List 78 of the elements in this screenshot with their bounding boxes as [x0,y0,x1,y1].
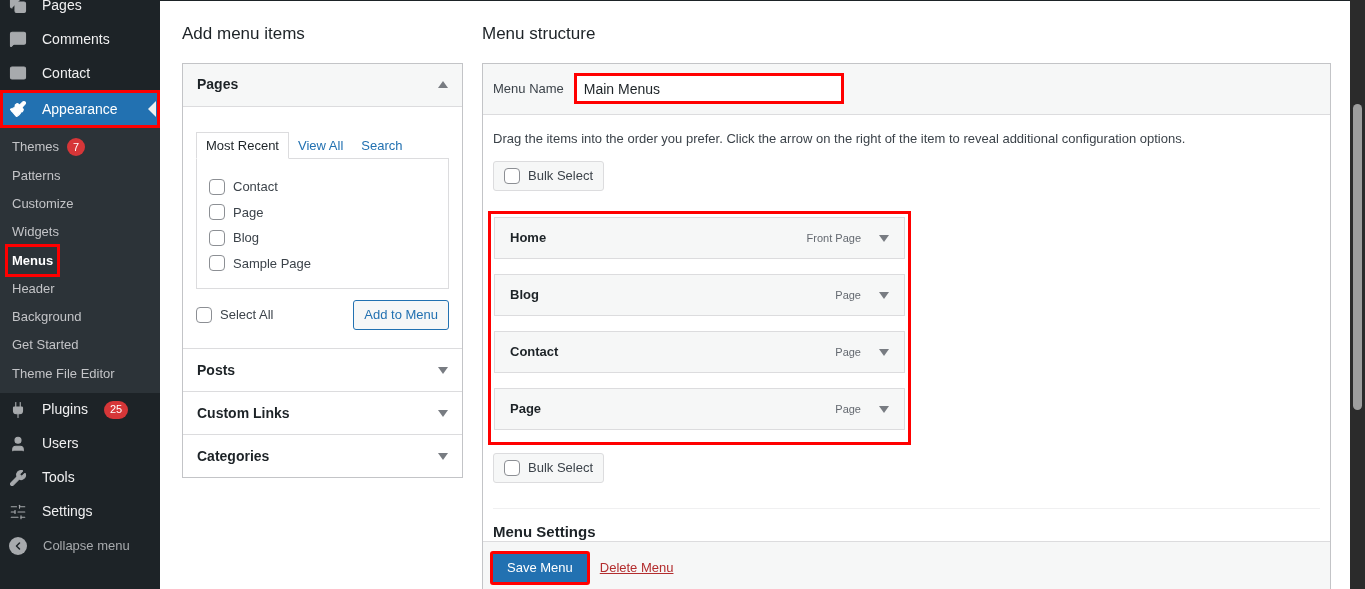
tab[interactable]: Most Recent [196,131,289,159]
section-heading: Add menu items [182,23,306,45]
sidebar-item[interactable]: Appearance [0,90,160,128]
menu-icon [9,434,27,453]
checkbox[interactable] [209,178,225,195]
add-to-menu-button[interactable]: Add to Menu [353,300,449,330]
expand-arrow-icon[interactable] [438,366,448,374]
submenu-item[interactable]: Widgets [5,218,66,246]
menu-name-field[interactable]: Main Menus [573,73,844,104]
menu-icon [9,100,27,118]
scrollbar[interactable] [1350,0,1365,589]
delete-menu-link[interactable]: Delete Menu [599,557,674,578]
submenu-item[interactable]: Themes 7 [5,133,93,161]
save-menu-button[interactable]: Save Menu [490,550,590,585]
sidebar-item[interactable]: Contact [0,56,160,90]
checkbox[interactable] [196,307,212,323]
bulk-select-button[interactable]: Bulk Select [493,161,605,191]
checkbox[interactable] [504,168,520,184]
submenu-item[interactable]: Background [5,303,89,331]
menu-item-type: Page [835,287,861,303]
tab[interactable]: Search [352,132,412,158]
menu-item-bar[interactable]: Home Front Page [494,217,905,259]
count-badge: 25 [103,400,129,419]
option-label: Select All [220,306,274,325]
menu-item-title: Home [510,229,547,248]
menu-item-bar[interactable]: Page Page [494,388,905,430]
menu-item-bar[interactable]: Blog Page [494,274,905,316]
accordion-header[interactable]: Custom Links [183,392,462,434]
collapse-arrow-icon[interactable] [438,81,448,88]
sidebar-item[interactable]: Plugins 25 [0,392,160,427]
tab[interactable]: View All [289,132,353,158]
expand-arrow-icon[interactable] [879,348,889,356]
submenu-item[interactable]: Patterns [5,161,68,190]
menu-item-title: Contact [510,343,559,362]
sidebar-item[interactable]: Users [0,426,160,461]
sidebar-item[interactable]: Comments [0,22,160,56]
submenu-item[interactable]: Customize [5,190,81,218]
checkbox[interactable] [209,255,225,272]
sidebar-item[interactable]: Settings [0,494,160,529]
expand-arrow-icon[interactable] [438,409,448,417]
sidebar-item[interactable]: Tools [0,460,160,495]
menu-item-title: Blog [510,286,539,305]
checkbox[interactable] [209,204,225,221]
option-label: Page [233,203,264,222]
field-label: Menu Name [493,79,564,98]
accordion-header[interactable]: Posts [183,349,462,391]
option-label: Sample Page [233,254,312,273]
menu-item-type: Page [835,344,861,360]
option-label: Blog [233,229,260,247]
menu-icon [9,0,27,14]
section-heading: Menu structure [482,23,597,45]
expand-arrow-icon[interactable] [438,452,448,460]
option-label: Contact [233,178,278,196]
menu-item-bar[interactable]: Contact Page [494,331,905,373]
expand-arrow-icon[interactable] [879,405,889,413]
checkbox[interactable] [209,229,225,246]
instructions-text: Drag the items into the order you prefer. Click the arrow on the right of the item to reveal additional configuration options. [493,129,1187,148]
menu-icon [9,30,27,48]
menu-icon [9,502,27,521]
expand-arrow-icon[interactable] [879,234,889,242]
menu-item-type: Front Page [806,230,861,246]
checkbox[interactable] [504,460,520,476]
menu-item-title: Page [510,400,542,419]
accordion-header[interactable]: Pages [183,63,462,107]
expand-arrow-icon[interactable] [879,291,889,299]
menu-item-type: Page [835,401,861,417]
collapse-menu-button[interactable]: Collapse menu [0,528,160,563]
bulk-select-button[interactable]: Bulk Select [493,453,605,483]
accordion-header[interactable]: Categories [183,435,462,477]
collapse-icon [9,536,27,555]
settings-heading: Menu Settings [493,523,597,541]
menu-icon [9,468,27,487]
sidebar-item[interactable]: Pages [0,0,160,22]
submenu-item[interactable]: Get Started [5,331,86,359]
count-badge: 7 [66,138,86,157]
scrollbar-thumb[interactable] [1353,104,1362,410]
submenu-item[interactable]: Theme File Editor [5,359,122,388]
menu-icon [9,64,27,82]
